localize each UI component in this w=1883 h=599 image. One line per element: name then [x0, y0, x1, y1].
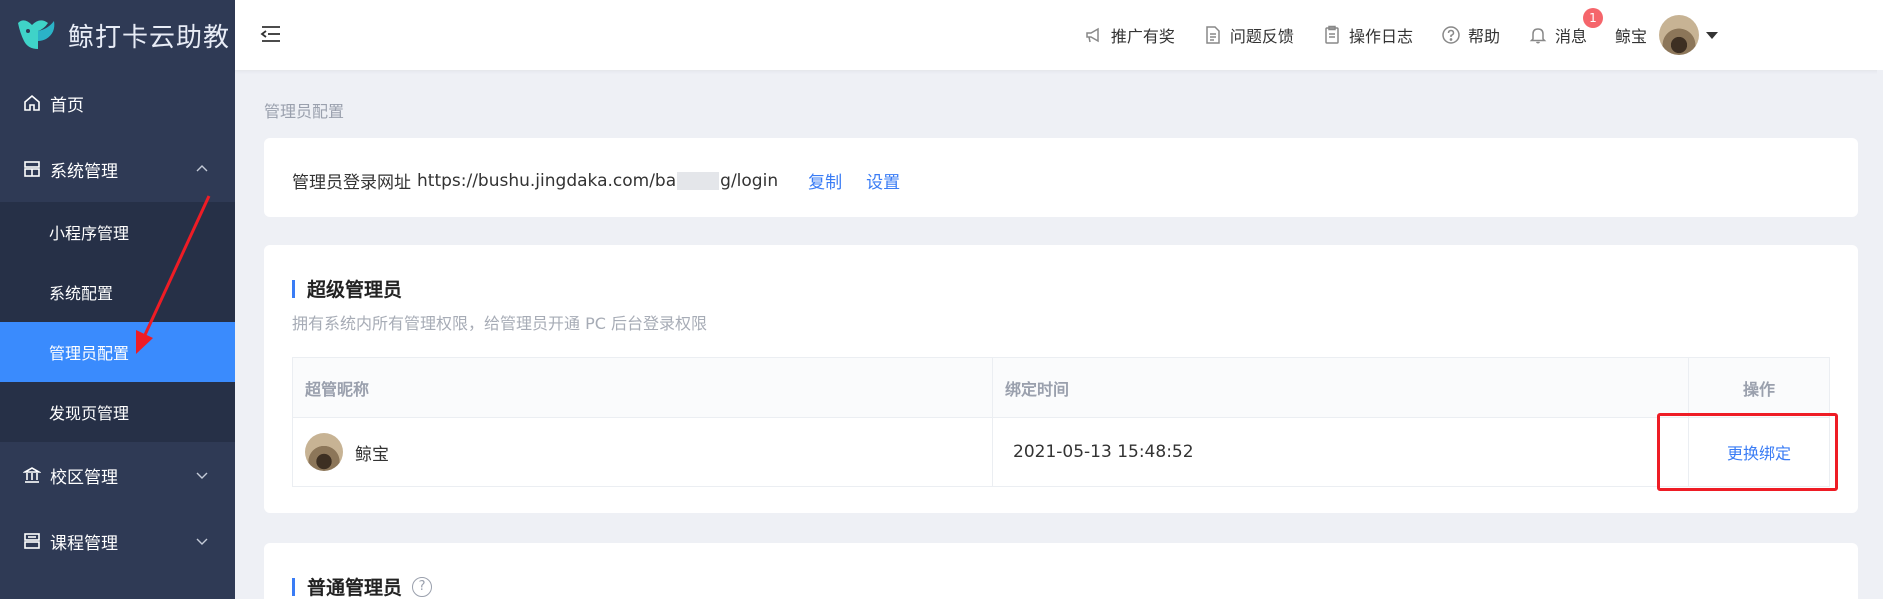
feedback-label: 问题反馈 — [1229, 27, 1294, 46]
megaphone-icon — [1084, 25, 1104, 45]
scrollbar[interactable] — [1877, 70, 1883, 599]
sidebar-item-course[interactable]: 课程管理 — [0, 508, 235, 574]
campus-icon — [22, 465, 42, 485]
sidebar-item-system[interactable]: 系统管理 — [0, 136, 235, 202]
promote-label: 推广有奖 — [1110, 27, 1175, 46]
app-title: 鲸打卡云助教 — [68, 22, 231, 53]
sidebar-item-home[interactable]: 首页 — [0, 70, 235, 136]
settings-link[interactable]: 设置 — [866, 168, 900, 193]
redacted-mask — [677, 171, 720, 190]
messages-button[interactable]: 消息 1 — [1528, 8, 1603, 47]
sidebar-item-label: 课程管理 — [50, 533, 118, 554]
messages-label: 消息 — [1554, 27, 1587, 46]
login-url-suffix: g/login — [720, 170, 779, 191]
message-count-badge: 1 — [1582, 8, 1603, 28]
username: 鲸宝 — [1614, 27, 1647, 46]
bell-icon — [1528, 25, 1548, 45]
chevron-up-icon — [195, 159, 209, 179]
column-header-bind-time: 绑定时间 — [993, 358, 1689, 417]
help-circle-icon — [1441, 25, 1461, 45]
system-submenu: 小程序管理 系统配置 管理员配置 发现页管理 — [0, 202, 235, 442]
header-actions: 推广有奖 问题反馈 操作日志 帮助 消息 1 鲸宝 — [1056, 0, 1883, 70]
sidebar-item-miniprogram[interactable]: 小程序管理 — [0, 202, 235, 262]
sidebar-item-label: 首页 — [50, 95, 84, 116]
course-icon — [22, 531, 42, 551]
admin-name: 鲸宝 — [355, 444, 389, 465]
table-header: 超管昵称 绑定时间 操作 — [293, 358, 1829, 418]
menu-collapse-icon[interactable] — [259, 22, 283, 46]
super-admin-title: 超级管理员 — [307, 279, 403, 301]
app-logo[interactable]: 鲸打卡云助教 — [0, 0, 235, 70]
column-header-action: 操作 — [1742, 379, 1775, 399]
sidebar-item-discover[interactable]: 发现页管理 — [0, 382, 235, 442]
sidebar-item-label: 系统配置 — [49, 284, 114, 303]
super-admin-table: 超管昵称 绑定时间 操作 鲸宝 2021-05-13 15:48:52 更换绑定 — [292, 357, 1830, 487]
sidebar-item-campus[interactable]: 校区管理 — [0, 442, 235, 508]
login-url-prefix: https://bushu.jingdaka.com/ba — [417, 170, 677, 191]
super-admin-card: 超级管理员 拥有系统内所有管理权限，给管理员开通 PC 后台登录权限 超管昵称 … — [264, 245, 1858, 513]
feedback-button[interactable]: 问题反馈 — [1203, 23, 1294, 47]
user-menu[interactable]: 鲸宝 — [1615, 15, 1718, 55]
whale-logo-icon — [14, 13, 58, 57]
sidebar: 鲸打卡云助教 首页 系统管理 小程序管理 系统配置 管理员配置 发现页管理 校区… — [0, 0, 235, 599]
title-accent-bar — [292, 279, 295, 298]
sidebar-item-label: 管理员配置 — [49, 344, 130, 363]
help-button[interactable]: 帮助 — [1441, 23, 1500, 47]
chevron-down-icon — [195, 465, 209, 485]
login-url-label: 管理员登录网址 — [292, 173, 411, 193]
sidebar-item-label: 发现页管理 — [49, 404, 130, 423]
login-url-value: https://bushu.jingdaka.com/ba g/login — [417, 171, 778, 191]
chevron-down-icon — [195, 531, 209, 551]
login-url-row: 管理员登录网址 https://bushu.jingdaka.com/ba g/l… — [292, 168, 900, 194]
sidebar-item-admin-config[interactable]: 管理员配置 — [0, 322, 235, 382]
caret-down-icon — [1706, 31, 1718, 39]
section-title: 超级管理员 — [292, 275, 402, 302]
sidebar-item-label: 校区管理 — [50, 467, 118, 488]
title-accent-bar — [292, 577, 295, 596]
annotation-highlight-box — [1657, 413, 1838, 491]
help-label: 帮助 — [1467, 27, 1500, 46]
document-icon — [1203, 25, 1223, 45]
super-admin-desc: 拥有系统内所有管理权限，给管理员开通 PC 后台登录权限 — [292, 314, 707, 333]
question-circle-icon[interactable]: ? — [412, 576, 433, 597]
breadcrumb: 管理员配置 — [264, 102, 345, 121]
sidebar-item-system-config[interactable]: 系统配置 — [0, 262, 235, 322]
sidebar-item-label: 系统管理 — [50, 161, 118, 182]
avatar — [305, 433, 343, 471]
sidebar-item-label: 小程序管理 — [49, 224, 130, 243]
section-title: 普通管理员 ? — [292, 573, 433, 599]
log-button[interactable]: 操作日志 — [1322, 23, 1413, 47]
normal-admin-card: 普通管理员 ? — [264, 543, 1858, 599]
avatar — [1659, 15, 1699, 55]
top-header: 推广有奖 问题反馈 操作日志 帮助 消息 1 鲸宝 — [235, 0, 1883, 70]
cell-bind-time: 2021-05-13 15:48:52 — [993, 418, 1689, 486]
column-header-nickname: 超管昵称 — [293, 358, 993, 417]
cell-nickname: 鲸宝 — [293, 418, 993, 486]
copy-link[interactable]: 复制 — [808, 168, 842, 193]
clipboard-icon — [1322, 25, 1342, 45]
home-icon — [22, 93, 42, 113]
log-label: 操作日志 — [1348, 27, 1413, 46]
promote-button[interactable]: 推广有奖 — [1084, 23, 1175, 47]
table-row: 鲸宝 2021-05-13 15:48:52 更换绑定 — [293, 418, 1829, 486]
system-icon — [22, 159, 42, 179]
normal-admin-title: 普通管理员 — [307, 577, 403, 599]
login-url-card: 管理员登录网址 https://bushu.jingdaka.com/ba g/l… — [264, 138, 1858, 217]
